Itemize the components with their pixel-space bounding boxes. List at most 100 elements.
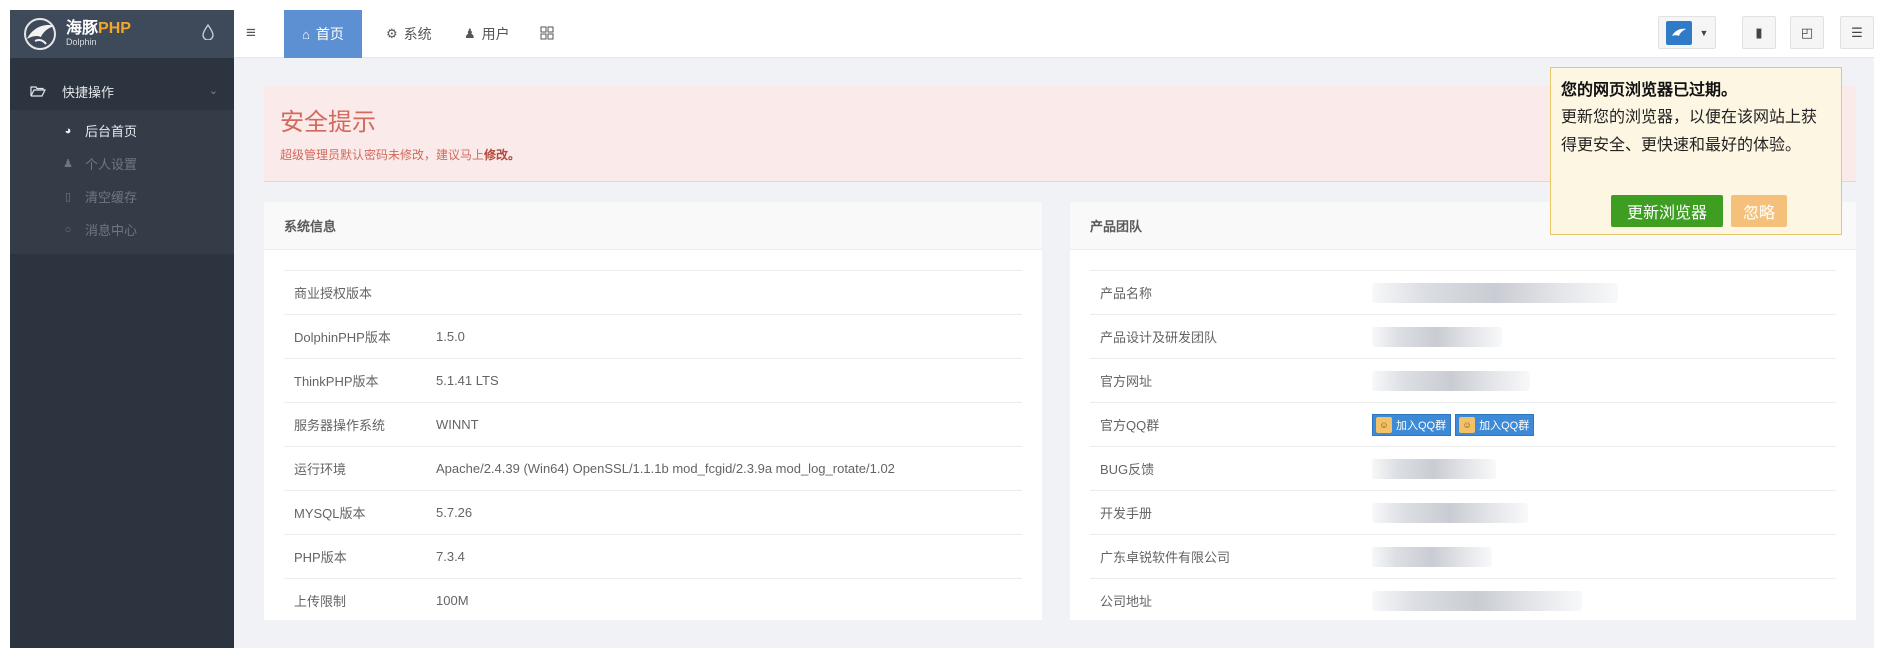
- caret-down-icon: ▼: [1699, 27, 1709, 38]
- tab-apps[interactable]: [540, 10, 554, 58]
- row-value: 100M: [436, 593, 469, 608]
- browser-update-popup: 您的网页浏览器已过期。 更新您的浏览器，以便在该网站上获得更安全、更快速和最好的…: [1550, 67, 1842, 235]
- product-team-panel: 产品团队 产品名称 产品设计及研发团队 官方网址 官方QQ群 ☺ 加入QQ群 ☺ 加…: [1070, 202, 1856, 620]
- redacted-value: [1372, 590, 1582, 611]
- grid-icon: [540, 26, 554, 43]
- sidebar-item-profile[interactable]: ♟ 个人设置: [10, 147, 234, 180]
- row-value: 5.1.41 LTS: [436, 373, 499, 388]
- sidebar-item-dashboard[interactable]: ◕ 后台首页: [10, 114, 234, 147]
- chat-icon: ○: [64, 223, 72, 236]
- tab-system[interactable]: ⚙ 系统: [386, 10, 432, 58]
- row-key: 上传限制: [294, 594, 347, 609]
- row-key: PHP版本: [294, 550, 347, 565]
- admin-app: 海豚PHP Dolphin 快捷操作 ⌄ ◕ 后台首页 ♟ 个人设置 ▯ 清空缓…: [10, 10, 1874, 648]
- table-row: 运行环境 Apache/2.4.39 (Win64) OpenSSL/1.1.1b…: [284, 446, 1022, 490]
- side-panel-toggle-button[interactable]: ☰: [1840, 16, 1874, 49]
- sidebar-item-label: 后台首页: [85, 124, 138, 139]
- dolphin-logo-icon[interactable]: [20, 16, 60, 52]
- row-key: DolphinPHP版本: [294, 330, 391, 345]
- row-key: 商业授权版本: [294, 286, 373, 301]
- redacted-value: [1372, 370, 1530, 391]
- row-value: WINNT: [436, 417, 479, 432]
- join-qq-group-button[interactable]: ☺ 加入QQ群: [1455, 413, 1535, 436]
- popup-actions: 更新浏览器 忽略: [1611, 195, 1787, 227]
- user-icon: ♟: [63, 158, 73, 170]
- sidebar-group-quick-actions[interactable]: 快捷操作 ⌄: [10, 78, 234, 104]
- avatar: [1665, 20, 1692, 45]
- table-row: 官方网址: [1090, 358, 1836, 402]
- row-key: 公司地址: [1100, 594, 1153, 609]
- change-password-link[interactable]: 修改。: [484, 148, 520, 162]
- user-icon: ♟: [464, 26, 476, 41]
- qq-group-icon: ☺: [1376, 416, 1392, 433]
- qq-button-label: 加入QQ群: [1479, 419, 1530, 432]
- table-row: PHP版本 7.3.4: [284, 534, 1022, 578]
- row-key: 运行环境: [294, 462, 347, 477]
- row-key: 服务器操作系统: [294, 418, 386, 433]
- redacted-value: [1372, 282, 1618, 303]
- update-browser-button[interactable]: 更新浏览器: [1611, 195, 1723, 227]
- qq-button-label: 加入QQ群: [1396, 419, 1447, 432]
- sidebar-item-label: 清空缓存: [85, 190, 138, 205]
- alert-message: 超级管理员默认密码未修改，建议马上: [280, 148, 485, 162]
- table-row: 广东卓锐软件有限公司: [1090, 534, 1836, 578]
- brand-name-cn: 海豚: [66, 20, 99, 37]
- alert-text: 超级管理员默认密码未修改，建议马上修改。: [280, 146, 520, 163]
- brand-name: 海豚PHP Dolphin: [66, 21, 131, 47]
- sidebar-group-label: 快捷操作: [62, 84, 115, 100]
- qq-group-buttons: ☺ 加入QQ群 ☺ 加入QQ群: [1372, 413, 1538, 436]
- row-key: 产品设计及研发团队: [1100, 330, 1218, 345]
- alert-title: 安全提示: [280, 109, 376, 136]
- table-row: 公司地址: [1090, 578, 1836, 622]
- table-row: 官方QQ群 ☺ 加入QQ群 ☺ 加入QQ群: [1090, 402, 1836, 446]
- join-qq-group-button[interactable]: ☺ 加入QQ群: [1372, 413, 1452, 436]
- dashboard-icon: ◕: [64, 124, 72, 137]
- row-value: 7.3.4: [436, 549, 465, 564]
- redacted-value: [1372, 326, 1502, 347]
- sidebar-item-clear-cache[interactable]: ▯ 清空缓存: [10, 180, 234, 213]
- chevron-down-icon: ⌄: [208, 85, 218, 97]
- tab-home[interactable]: ⌂ 首页: [284, 10, 362, 58]
- popup-message: 更新您的浏览器，以便在该网站上获得更安全、更快速和最好的体验。: [1561, 109, 1818, 154]
- tab-label: 用户: [481, 26, 510, 42]
- open-frontend-button[interactable]: ◰: [1790, 16, 1824, 49]
- clear-cache-button[interactable]: ▮: [1742, 16, 1776, 49]
- table-row: 产品名称: [1090, 270, 1836, 314]
- row-key: BUG反馈: [1100, 462, 1155, 477]
- row-key: MYSQL版本: [294, 506, 366, 521]
- row-key: 官方QQ群: [1100, 418, 1160, 433]
- panel-title: 系统信息: [264, 202, 1042, 250]
- table-row: ThinkPHP版本 5.1.41 LTS: [284, 358, 1022, 402]
- trash-icon: ▯: [64, 191, 72, 203]
- popup-title: 您的网页浏览器已过期。: [1561, 82, 1738, 99]
- gear-icon: ⚙: [386, 26, 398, 41]
- sidebar: 海豚PHP Dolphin 快捷操作 ⌄ ◕ 后台首页 ♟ 个人设置 ▯ 清空缓…: [10, 10, 234, 648]
- row-value: 1.5.0: [436, 329, 465, 344]
- qq-group-icon: ☺: [1459, 416, 1476, 433]
- table-row: 开发手册: [1090, 490, 1836, 534]
- sidebar-item-messages[interactable]: ○ 消息中心: [10, 213, 234, 246]
- row-value: Apache/2.4.39 (Win64) OpenSSL/1.1.1b mod…: [436, 461, 895, 476]
- trash-icon: ▮: [1755, 24, 1763, 40]
- external-link-icon: ◰: [1800, 24, 1814, 40]
- redacted-value: [1372, 458, 1496, 479]
- menu-toggle-icon[interactable]: ≡: [246, 23, 256, 43]
- sidebar-menu: 快捷操作 ⌄ ◕ 后台首页 ♟ 个人设置 ▯ 清空缓存 ○ 消息中心: [10, 58, 234, 254]
- brand-name-php: PHP: [98, 20, 131, 37]
- system-info-table: 商业授权版本 DolphinPHP版本 1.5.0 ThinkPHP版本 5.1.4…: [284, 270, 1022, 622]
- table-row: DolphinPHP版本 1.5.0: [284, 314, 1022, 358]
- row-key: 广东卓锐软件有限公司: [1100, 550, 1231, 565]
- table-row: 产品设计及研发团队: [1090, 314, 1836, 358]
- row-key: 官方网址: [1100, 374, 1153, 389]
- home-icon: ⌂: [302, 26, 310, 42]
- ignore-button[interactable]: 忽略: [1731, 195, 1787, 227]
- sidebar-submenu: ◕ 后台首页 ♟ 个人设置 ▯ 清空缓存 ○ 消息中心: [10, 110, 234, 254]
- tab-user[interactable]: ♟ 用户: [464, 10, 510, 58]
- droplet-icon[interactable]: [202, 23, 214, 45]
- table-row: 上传限制 100M: [284, 578, 1022, 622]
- tab-label: 系统: [403, 26, 432, 42]
- brand-subtitle: Dolphin: [66, 37, 97, 47]
- sidebar-header: 海豚PHP Dolphin: [10, 10, 234, 58]
- user-avatar-dropdown[interactable]: ▼: [1658, 16, 1716, 49]
- sidebar-item-label: 个人设置: [85, 157, 138, 172]
